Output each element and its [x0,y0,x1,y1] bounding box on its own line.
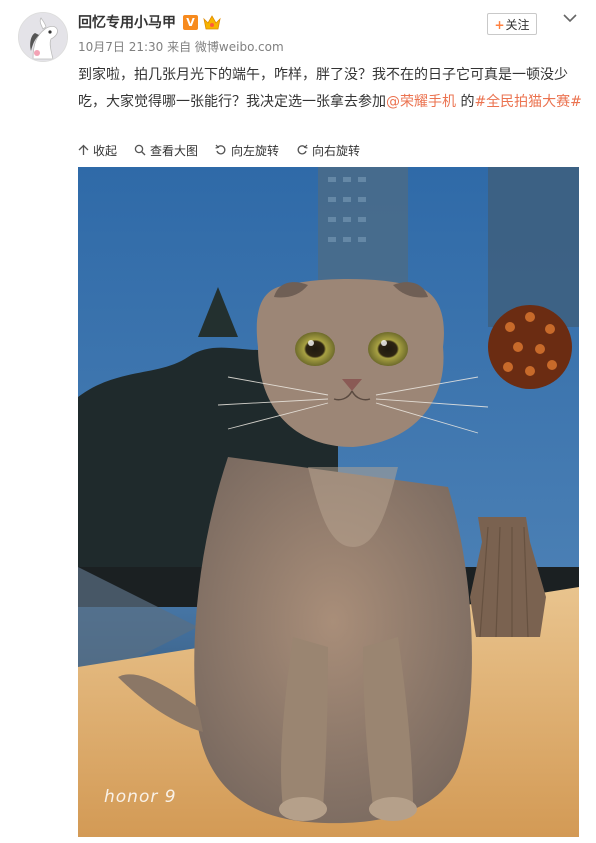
user-avatar[interactable] [18,12,68,62]
honor-watermark: honor 9 [104,787,177,807]
post-text: 到家啦，拍几张月光下的端午，咋样，胖了没？我不在的日子它可真是一顿没少吃，大家觉… [78,62,586,116]
mention-link[interactable]: @荣耀手机 [386,94,456,110]
view-large-button[interactable]: 查看大图 [134,142,198,159]
rotate-left-button[interactable]: 向左旋转 [215,142,279,159]
weibo-post-card: 回忆专用小马甲 V 10月7日 21:30 来自 微博weibo.com +关注… [0,0,596,843]
chevron-down-icon[interactable] [560,10,580,26]
cat-photo-illustration [78,167,579,837]
rotate-right-button[interactable]: 向右旋转 [296,142,360,159]
crown-badge-icon [203,15,221,30]
post-photo[interactable]: honor 9 [78,167,579,837]
plus-icon: + [494,18,505,32]
collapse-button[interactable]: 收起 [78,142,117,159]
rotate-left-icon [215,144,226,155]
horse-avatar-icon [19,13,67,61]
post-meta: 10月7日 21:30 来自 微博weibo.com [78,40,284,54]
username[interactable]: 回忆专用小马甲 [78,12,176,32]
topic-link[interactable]: #全民拍猫大赛# [474,94,581,110]
verified-badge-icon: V [183,15,198,30]
post-text-connector: 的 [456,94,475,110]
follow-label: 关注 [505,18,530,32]
image-toolbar: 收起 查看大图 向左旋转 向右旋转 [78,140,377,160]
follow-button[interactable]: +关注 [487,13,537,35]
rotate-right-icon [297,144,308,155]
collapse-icon [78,144,89,155]
magnifier-icon [134,144,146,156]
